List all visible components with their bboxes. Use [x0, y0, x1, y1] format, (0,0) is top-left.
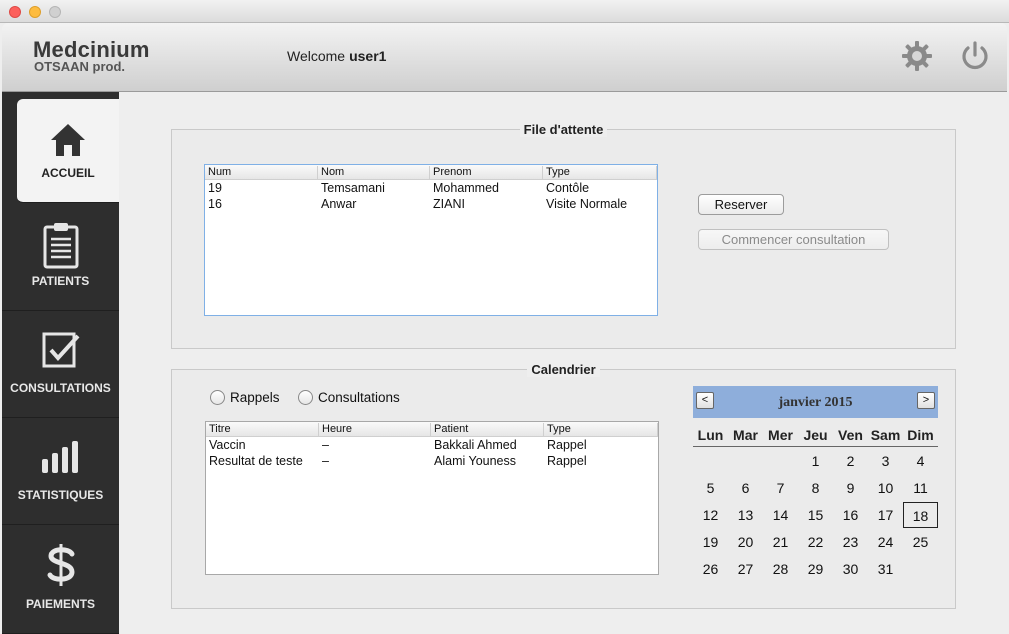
sidebar-item-label: CONSULTATIONS	[10, 381, 111, 395]
checkbox-icon	[41, 330, 81, 375]
column-header-num[interactable]: Num	[205, 166, 318, 180]
sidebar-item-accueil[interactable]: ACCUEIL	[17, 99, 119, 203]
power-icon[interactable]	[958, 39, 992, 73]
sidebar-item-statistiques[interactable]: STATISTIQUES	[2, 419, 119, 525]
calendar-header: < janvier 2015 >	[693, 386, 938, 418]
calendar-day[interactable]: 12	[693, 502, 728, 528]
queue-panel-title: File d'attente	[519, 122, 608, 137]
radio-rappels[interactable]: Rappels	[210, 390, 280, 405]
calendar-panel-title: Calendrier	[527, 362, 600, 377]
column-header-prenom[interactable]: Prenom	[430, 166, 543, 180]
events-table-header: Titre Heure Patient Type	[206, 422, 658, 437]
calendar-day[interactable]: 4	[903, 448, 938, 474]
maximize-window-button[interactable]	[49, 6, 61, 18]
calendar-day[interactable]: 26	[693, 556, 728, 582]
calendar-day[interactable]: 17	[868, 502, 903, 528]
sidebar-item-label: PAIEMENTS	[25, 597, 96, 611]
weekday-label: Mar	[733, 427, 758, 443]
weekday-label: Ven	[838, 427, 863, 443]
calendar-day[interactable]: 1	[798, 448, 833, 474]
bars-icon	[41, 439, 81, 478]
column-header-titre[interactable]: Titre	[206, 423, 319, 437]
reserve-button[interactable]: Reserver	[698, 194, 784, 215]
calendar-weekdays: Lun Mar Mer Jeu Ven Sam Dim	[693, 421, 938, 447]
close-window-button[interactable]	[9, 6, 21, 18]
calendar-next-button[interactable]: >	[917, 392, 935, 409]
clipboard-icon	[43, 221, 79, 274]
calendar-day[interactable]: 16	[833, 502, 868, 528]
calendar-day[interactable]: 15	[798, 502, 833, 528]
title-bar	[0, 0, 1009, 23]
calendar-day[interactable]: 13	[728, 502, 763, 528]
sidebar-item-label: PATIENTS	[31, 274, 90, 288]
calendar-day[interactable]: 31	[868, 556, 903, 582]
table-row[interactable]: Resultat de teste – Alami Youness Rappel	[206, 453, 658, 469]
sidebar-item-consultations[interactable]: CONSULTATIONS	[2, 312, 119, 418]
column-header-patient[interactable]: Patient	[431, 423, 544, 437]
calendar-day-selected[interactable]: 18	[903, 502, 938, 528]
column-header-nom[interactable]: Nom	[318, 166, 430, 180]
calendar-day[interactable]: 28	[763, 556, 798, 582]
column-header-heure[interactable]: Heure	[319, 423, 431, 437]
calendar-day[interactable]: 11	[903, 475, 938, 501]
calendar-day[interactable]: 24	[868, 529, 903, 555]
weekday-label: Lun	[697, 427, 724, 443]
calendar-day[interactable]: 5	[693, 475, 728, 501]
username: user1	[349, 48, 387, 64]
sidebar-item-label: STATISTIQUES	[17, 488, 104, 502]
weekday-label: Dim	[907, 427, 934, 443]
minimize-window-button[interactable]	[29, 6, 41, 18]
app-window: Medcinium OTSAAN prod. Welcome user1 ACC…	[0, 0, 1009, 634]
app-header: Medcinium OTSAAN prod. Welcome user1	[2, 23, 1007, 92]
calendar-day[interactable]: 19	[693, 529, 728, 555]
calendar-day[interactable]: 20	[728, 529, 763, 555]
calendar-day[interactable]: 21	[763, 529, 798, 555]
sidebar-item-patients[interactable]: PATIENTS	[2, 205, 119, 311]
calendar-day[interactable]: 2	[833, 448, 868, 474]
welcome-message: Welcome user1	[287, 48, 386, 64]
calendar-day[interactable]: 22	[798, 529, 833, 555]
calendar-month-label: janvier 2015	[778, 395, 853, 410]
radio-rappels-label: Rappels	[230, 390, 280, 405]
table-row[interactable]: 19 Temsamani Mohammed Contôle	[205, 180, 657, 196]
home-icon	[49, 121, 87, 164]
radio-consultations[interactable]: Consultations	[298, 390, 400, 405]
calendar-day[interactable]: 10	[868, 475, 903, 501]
sidebar: ACCUEIL PATIENTS CONSULTATIONS STATISTIQ…	[2, 92, 119, 634]
weekday-label: Mer	[768, 427, 793, 443]
calendar-widget: < janvier 2015 > Lun Mar Mer Jeu Ven Sam Dim 1…	[693, 386, 938, 577]
calendar-day[interactable]: 29	[798, 556, 833, 582]
calendar-day[interactable]: 3	[868, 448, 903, 474]
table-row[interactable]: Vaccin – Bakkali Ahmed Rappel	[206, 437, 658, 453]
weekday-label: Jeu	[803, 427, 828, 443]
calendar-day[interactable]: 25	[903, 529, 938, 555]
queue-panel: File d'attente Num Nom Prenom Type 19 Te…	[171, 122, 956, 349]
brand-subtitle: OTSAAN prod.	[34, 59, 125, 74]
calendar-day[interactable]: 6	[728, 475, 763, 501]
calendar-day[interactable]: 14	[763, 502, 798, 528]
queue-table[interactable]: Num Nom Prenom Type 19 Temsamani Mohamme…	[204, 164, 658, 316]
start-consultation-button[interactable]: Commencer consultation	[698, 229, 889, 250]
column-header-type[interactable]: Type	[543, 166, 657, 180]
table-row[interactable]: 16 Anwar ZIANI Visite Normale	[205, 196, 657, 212]
calendar-day[interactable]: 8	[798, 475, 833, 501]
welcome-label: Welcome	[287, 48, 346, 64]
sidebar-item-paiements[interactable]: PAIEMENTS	[2, 526, 119, 634]
column-header-type[interactable]: Type	[544, 423, 658, 437]
calendar-day[interactable]: 23	[833, 529, 868, 555]
calendar-day[interactable]: 7	[763, 475, 798, 501]
calendar-day[interactable]: 27	[728, 556, 763, 582]
weekday-label: Sam	[870, 427, 901, 443]
sidebar-item-label: ACCUEIL	[41, 166, 95, 180]
queue-table-header: Num Nom Prenom Type	[205, 165, 657, 180]
settings-gear-icon[interactable]	[900, 39, 934, 73]
calendar-day[interactable]: 30	[833, 556, 868, 582]
events-table[interactable]: Titre Heure Patient Type Vaccin – Bakkal…	[205, 421, 659, 575]
dollar-icon	[45, 542, 77, 593]
radio-circle[interactable]	[210, 390, 225, 405]
radio-consultations-label: Consultations	[318, 390, 400, 405]
calendar-day[interactable]: 9	[833, 475, 868, 501]
radio-circle[interactable]	[298, 390, 313, 405]
